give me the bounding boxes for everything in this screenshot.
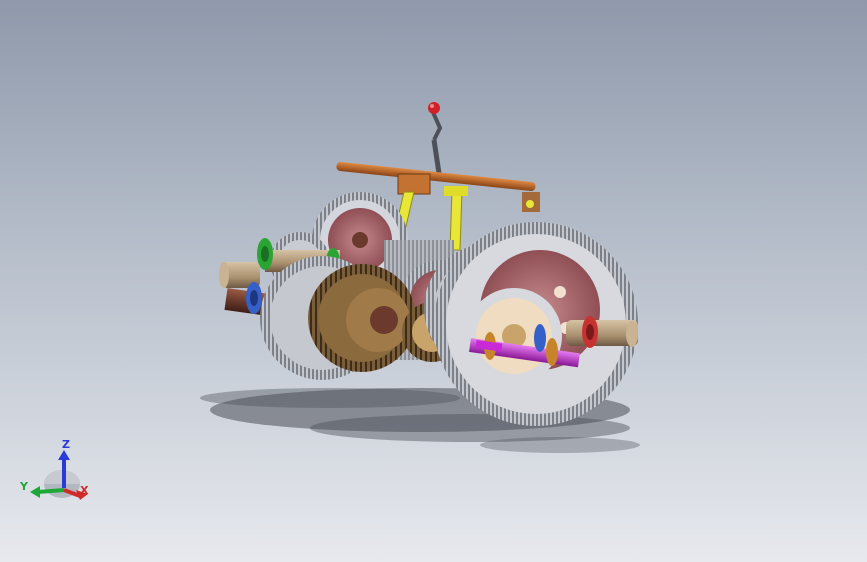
x-axis-label: X: [80, 484, 89, 497]
shift-lever[interactable]: [428, 102, 443, 181]
coordinate-triad: Z Y X: [18, 438, 98, 508]
gear-hub-right[interactable]: [466, 288, 562, 384]
lever-knob[interactable]: [428, 102, 440, 114]
y-axis-label: Y: [20, 480, 28, 493]
gearbox-model[interactable]: [0, 0, 867, 562]
graphics-viewport[interactable]: Z Y X: [0, 0, 867, 562]
z-axis-label: Z: [62, 438, 70, 451]
gear-front-large[interactable]: [260, 256, 416, 380]
bearing-blue-right[interactable]: [534, 324, 546, 352]
y-axis: [37, 488, 65, 494]
